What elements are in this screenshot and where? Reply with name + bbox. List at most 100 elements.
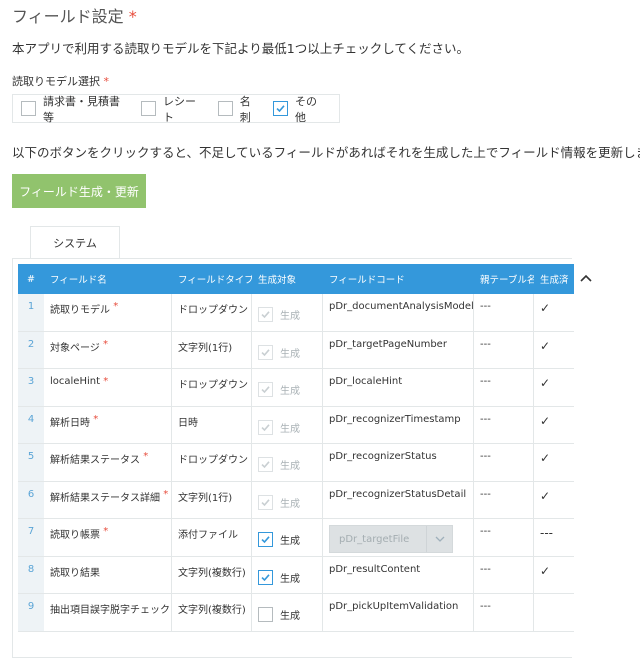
model-option-0[interactable]: 請求書・見積書等 [21,93,129,125]
model-option-checkbox[interactable] [21,101,36,116]
gen-target-checkbox[interactable] [258,607,273,622]
field-type: 添付ファイル [172,519,252,556]
model-select-label: 読取りモデル選択 * [12,75,109,88]
gen-target-cell: 生成 [252,556,323,593]
generated-status: ✓ [540,451,551,465]
gen-target-checkbox [258,344,273,360]
collapse-icon[interactable] [579,272,593,284]
required-mark: * [113,301,119,312]
parent-table-name: --- [474,444,534,481]
gen-target-cell: 生成 [252,369,323,406]
field-type: ドロップダウン [172,444,252,481]
required-mark: * [103,376,109,387]
generated-status: ✓ [540,563,551,578]
field-code: pDr_pickUpItemValidation [323,594,474,631]
model-option-checkbox[interactable] [217,101,233,116]
table-row: 7 読取り帳票 * 添付ファイル 生成 pDr_targetFile --- --- [18,519,574,557]
gen-target-checkbox[interactable] [258,532,273,547]
model-option-3[interactable]: その他 [273,93,327,125]
table-row: 6 解析結果ステータス詳細 * 文字列(1行) 生成 pDr_recognizerSta… [18,481,574,519]
model-option-label: 請求書・見積書等 [43,94,120,124]
gen-target-label: 生成 [280,348,300,360]
gen-target-label: 生成 [280,423,300,435]
field-code: pDr_targetPageNumber [323,331,474,368]
generated-status: ✓ [540,338,551,353]
parent-table-name: --- [474,369,534,406]
generated-status: ✓ [540,488,551,503]
field-code-cell: pDr_targetFile [323,519,474,556]
gen-target-cell: 生成 [252,519,323,556]
col-header-code: フィールドコード [329,275,405,286]
table-row: 9 抽出項目誤字脱字チェック 文字列(複数行) 生成 pDr_pickUpItemVal… [18,594,574,632]
table-row: 8 読取り結果 文字列(複数行) 生成 pDr_resultContent --- ✓ [18,556,574,594]
field-name: 解析結果ステータス * [44,444,172,481]
field-type: 文字列(1行) [172,331,252,368]
parent-table-name: --- [474,594,534,631]
model-option-2[interactable]: 名刺 [217,93,261,125]
gen-target-cell: 生成 [252,444,323,481]
field-type: 日時 [172,406,252,443]
gen-target-checkbox [258,382,273,397]
field-name: 対象ページ * [44,331,172,368]
model-option-1[interactable]: レシート [141,93,206,125]
generate-description: 以下のボタンをクリックすると、不足しているフィールドがあればそれを生成した上でフ… [12,145,640,160]
gen-target-checkbox [258,494,273,510]
row-number: 5 [18,444,44,481]
col-header-gen: 生成対象 [258,275,297,286]
row-number: 3 [18,369,44,406]
field-name: 読取り帳票 * [44,519,172,556]
required-mark: * [143,451,149,462]
gen-target-label: 生成 [280,386,300,397]
field-code: pDr_recognizerStatus [323,444,474,481]
required-mark: * [93,413,99,425]
required-mark: * [103,526,109,537]
field-type: 文字列(1行) [172,481,252,518]
gen-target-label: 生成 [280,611,300,622]
parent-table-name: --- [474,331,534,368]
model-option-label: レシート [163,94,196,124]
chevron-down-icon [426,526,452,552]
field-code: pDr_documentAnalysisModel [323,294,474,331]
table-row: 4 解析日時 * 日時 生成 pDr_recognizerTimestamp --- ✓ [18,406,574,444]
row-number: 4 [18,406,44,443]
field-code: pDr_resultContent [323,556,474,593]
gen-target-cell: 生成 [252,406,323,443]
col-header-done: 生成済 [540,275,569,286]
gen-target-label: 生成 [280,573,300,585]
table-row: 2 対象ページ * 文字列(1行) 生成 pDr_targetPageNumber ---… [18,331,574,369]
parent-table-name: --- [474,556,534,593]
page-title: フィールド設定 * [12,7,137,26]
parent-table-name: --- [474,294,534,331]
field-code-select[interactable]: pDr_targetFile [329,525,453,553]
field-name: 解析結果ステータス詳細 * [44,481,172,518]
model-option-label: 名刺 [239,94,251,124]
gen-target-checkbox [258,419,273,435]
model-option-checkbox[interactable] [273,101,288,116]
field-code: pDr_recognizerTimestamp [323,406,474,443]
table-row: 5 解析結果ステータス * ドロップダウン 生成 pDr_recognizerStatu… [18,444,574,482]
parent-table-name: --- [474,481,534,518]
field-name: 読取り結果 [44,556,172,593]
parent-table-name: --- [474,519,534,556]
tab-system[interactable]: システム [30,226,120,259]
row-number: 6 [18,481,44,518]
gen-target-cell: 生成 [252,331,323,368]
field-type: ドロップダウン [172,369,252,406]
parent-table-name: --- [474,406,534,443]
gen-target-cell: 生成 [252,481,323,518]
required-mark: * [128,7,137,26]
generate-fields-button[interactable]: フィールド生成・更新 [12,174,146,208]
table-row: 3 localeHint * ドロップダウン 生成 pDr_localeHint --- ✓ [18,369,574,407]
gen-target-checkbox [258,307,273,322]
generated-status: --- [540,526,553,540]
gen-target-label: 生成 [280,461,300,472]
gen-target-checkbox[interactable] [258,569,273,585]
required-mark: * [103,338,108,350]
gen-target-checkbox [258,457,273,472]
field-name: 読取りモデル * [44,294,172,331]
row-number: 2 [18,331,44,368]
col-header-name: フィールド名 [50,275,107,286]
required-mark: * [163,488,169,500]
page-description: 本アプリで利用する読取りモデルを下記より最低1つ以上チェックしてください。 [12,41,469,56]
model-option-checkbox[interactable] [141,101,156,116]
